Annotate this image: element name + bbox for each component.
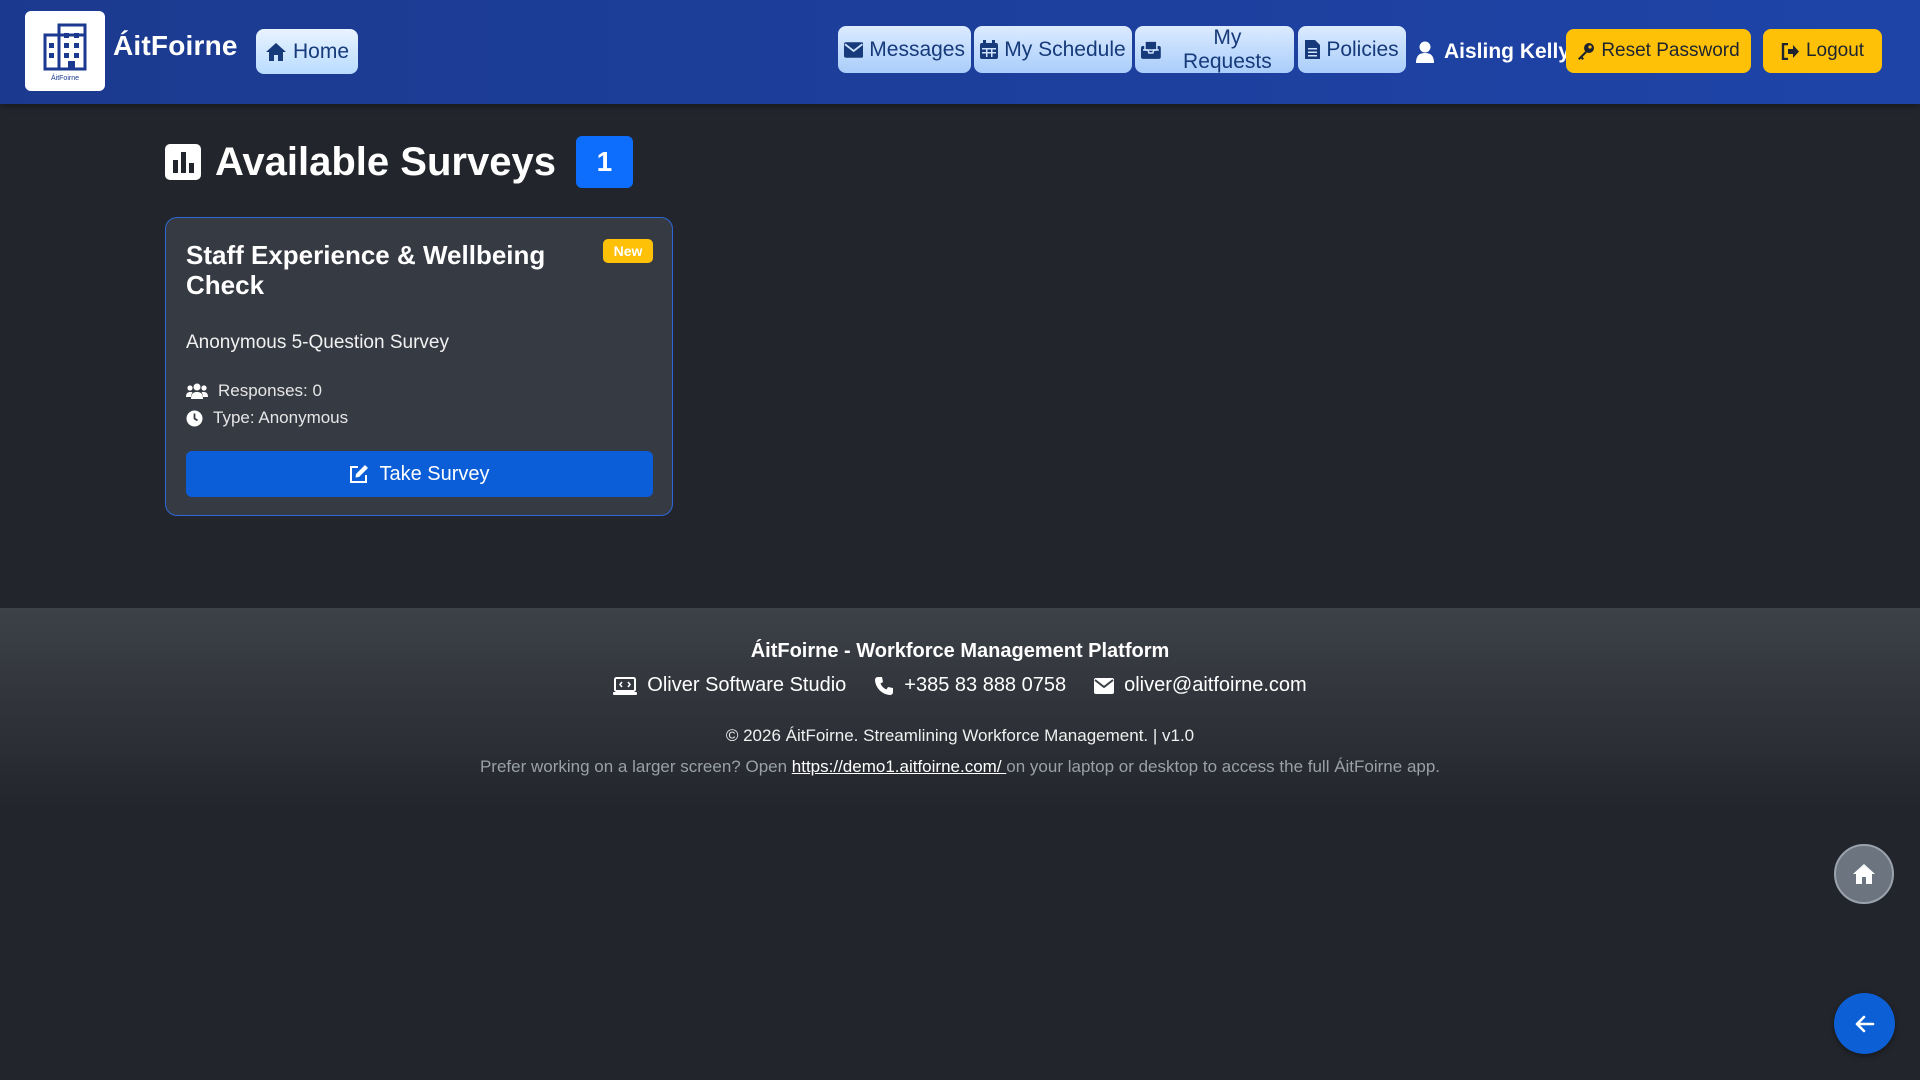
clock-icon (186, 410, 203, 426)
home-icon (1853, 864, 1875, 884)
top-navbar: ÁitFoirne ÁitFoirne Home Messages My Sch… (0, 0, 1920, 104)
page-title: Available Surveys (215, 139, 556, 184)
type-row: Type: Anonymous (186, 408, 348, 428)
footer-contacts: Oliver Software Studio +385 83 888 0758 … (0, 674, 1920, 697)
home-button-label: Home (292, 39, 350, 63)
footer-email[interactable]: oliver@aitfoirne.com (1094, 674, 1307, 697)
logout-label: Logout (1805, 40, 1865, 61)
nav-my-schedule[interactable]: My Schedule (974, 26, 1132, 73)
brand-logo[interactable]: ÁitFoirne (25, 11, 105, 91)
take-survey-button[interactable]: Take Survey (186, 451, 653, 497)
footer-phone[interactable]: +385 83 888 0758 (874, 674, 1066, 697)
footer-note-after: on your laptop or desktop to access the … (1006, 757, 1441, 776)
survey-subtitle: Anonymous 5-Question Survey (186, 332, 449, 353)
envelope-icon (1094, 677, 1115, 694)
users-icon (186, 383, 208, 399)
responses-row: Responses: 0 (186, 381, 322, 401)
reset-password-label: Reset Password (1601, 40, 1740, 61)
home-button[interactable]: Home (256, 29, 358, 74)
user-menu[interactable]: Aisling Kelly (1416, 36, 1570, 68)
survey-title: Staff Experience & Wellbeing Check (186, 240, 546, 300)
nav-messages[interactable]: Messages (838, 26, 971, 73)
reset-password-button[interactable]: Reset Password (1566, 29, 1751, 73)
footer-note: Prefer working on a larger screen? Open … (0, 757, 1920, 777)
logout-icon (1781, 42, 1799, 60)
phone-icon (875, 676, 894, 695)
nav-policies[interactable]: Policies (1298, 26, 1406, 73)
nav-policies-label: Policies (1326, 37, 1399, 61)
nav-messages-label: Messages (869, 37, 965, 61)
footer-phone-number: +385 83 888 0758 (904, 674, 1067, 696)
survey-count-badge: 1 (575, 136, 633, 188)
footer-copyright: © 2026 ÁitFoirne. Streamlining Workforce… (725, 726, 1195, 745)
survey-card: Staff Experience & Wellbeing Check New A… (165, 217, 673, 516)
user-name: Aisling Kelly (1444, 40, 1571, 63)
footer-title: ÁitFoirne - Workforce Management Platfor… (750, 640, 1170, 662)
envelope-icon (844, 41, 864, 58)
footer-note-before: Prefer working on a larger screen? Open (479, 757, 792, 776)
logo-caption: ÁitFoirne (50, 74, 79, 82)
footer-company: Oliver Software Studio (613, 674, 846, 697)
full-app-link[interactable]: https://demo1.aitfoirne.com/ (792, 757, 1007, 776)
footer-company-name: Oliver Software Studio (647, 674, 847, 696)
take-survey-label: Take Survey (379, 462, 490, 485)
floating-back-button[interactable] (1834, 993, 1895, 1054)
laptop-code-icon (613, 676, 638, 695)
nav-my-requests-label: My Requests (1183, 25, 1272, 73)
nav-my-requests[interactable]: My Requests (1135, 26, 1294, 73)
footer: ÁitFoirne - Workforce Management Platfor… (0, 608, 1920, 808)
key-icon (1578, 43, 1595, 60)
document-icon (1305, 40, 1321, 59)
calendar-icon (980, 40, 999, 59)
floating-home-button[interactable] (1834, 844, 1894, 904)
arrow-left-icon (1855, 1015, 1874, 1032)
home-icon (265, 42, 286, 61)
responses-count: Responses: 0 (218, 381, 322, 400)
building-icon (43, 23, 87, 70)
new-badge: New (603, 239, 653, 263)
logout-button[interactable]: Logout (1763, 29, 1882, 73)
inbox-icon (1141, 40, 1161, 59)
footer-email-address: oliver@aitfoirne.com (1124, 674, 1307, 696)
page-header: Available Surveys 1 (165, 134, 633, 190)
chart-icon (165, 144, 201, 180)
brand-name[interactable]: ÁitFoirne (113, 30, 238, 62)
edit-icon (350, 465, 369, 483)
nav-my-schedule-label: My Schedule (1004, 37, 1126, 61)
user-icon (1416, 41, 1434, 63)
survey-type: Type: Anonymous (213, 408, 349, 427)
